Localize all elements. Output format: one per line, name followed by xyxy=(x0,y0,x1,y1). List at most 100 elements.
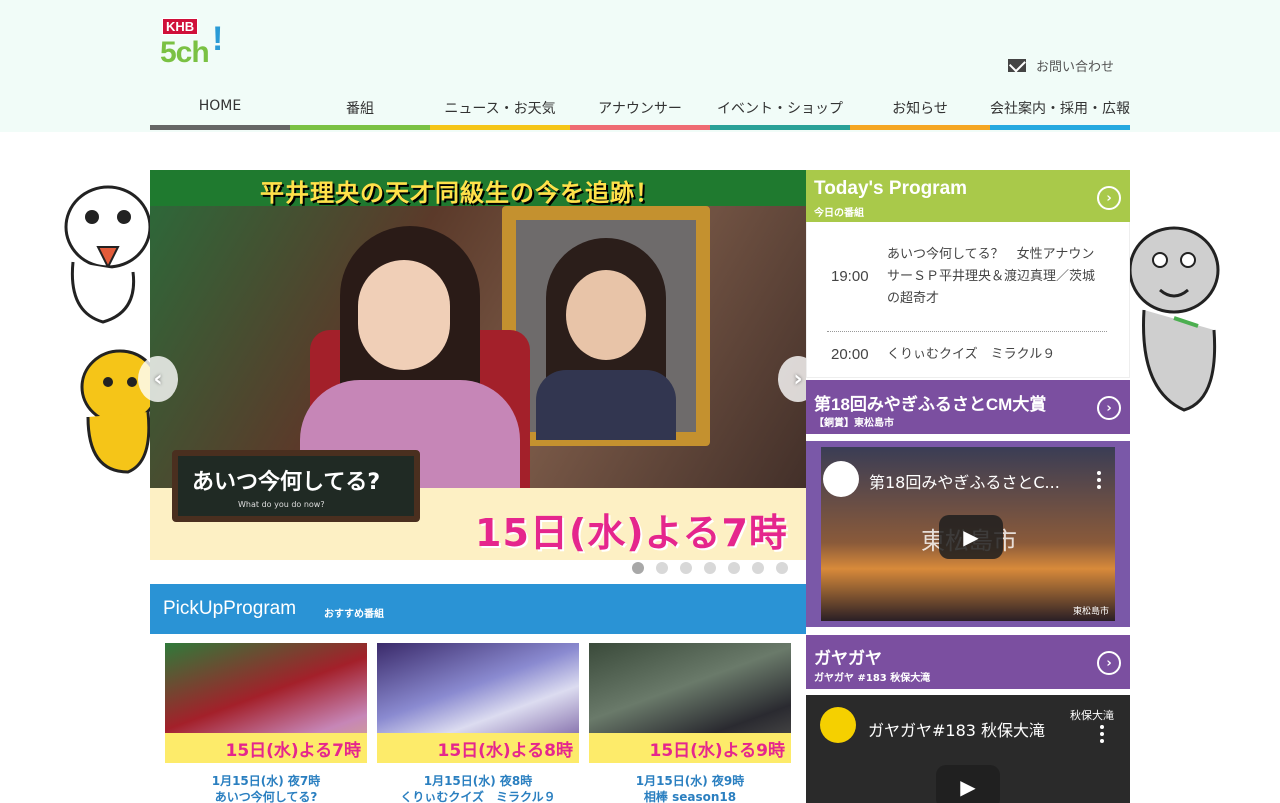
chalkboard-title: あいつ今何してる? What do you do now? xyxy=(172,450,420,522)
mascot-cat-right-illustration xyxy=(1128,226,1220,412)
arrow-circle-icon[interactable]: › xyxy=(1097,651,1121,675)
video-corner-text: 東松島市 xyxy=(1072,607,1109,617)
contact-link[interactable]: お問い合わせ xyxy=(1008,56,1114,75)
pickup-thumbnail[interactable]: 15日(水)よる9時 xyxy=(589,643,791,763)
pickup-date[interactable]: 1月15日(水) 夜9時 xyxy=(589,773,791,789)
logo-bang-text: ! xyxy=(212,20,224,58)
nav-news-weather[interactable]: ニュース・お天気 xyxy=(430,90,570,130)
program-row[interactable]: 19:00 あいつ今何してる？ 女性アナウンサーＳＰ平井理央＆渡辺真理／茨城の超… xyxy=(827,240,1107,332)
nav-label: ニュース・お天気 xyxy=(444,101,556,117)
pickup-name[interactable]: 相棒 season18 xyxy=(589,789,791,803)
chevron-left-icon: ‹ xyxy=(153,366,163,392)
mail-icon xyxy=(1008,59,1026,72)
nav-label: 会社案内・採用・広報 xyxy=(990,101,1130,117)
nav-label: アナウンサー xyxy=(598,101,682,117)
slide-banner: 平井理央の天才同級生の今を追跡！ xyxy=(150,170,806,207)
video-title[interactable]: 第18回みやぎふるさとC... xyxy=(869,469,1060,493)
slider-dot[interactable] xyxy=(752,562,764,574)
pickup-thumb-stripe: 15日(水)よる8時 xyxy=(377,733,579,763)
nav-color-bar xyxy=(710,125,850,130)
pickup-date[interactable]: 1月15日(水) 夜7時 xyxy=(165,773,367,789)
logo-khb-text: KHB xyxy=(162,18,199,35)
contact-label: お問い合わせ xyxy=(1036,60,1115,75)
portrait-frame xyxy=(502,206,710,446)
hero-slider[interactable]: 平井理央の天才同級生の今を追跡！ 15日(水)よる7時 あいつ今何してる? Wh… xyxy=(150,170,806,560)
pickup-name[interactable]: あいつ今何してる? xyxy=(165,789,367,803)
slider-dot[interactable] xyxy=(680,562,692,574)
gayagaya-header[interactable]: ガヤガヤ ガヤガヤ #183 秋保大滝 › xyxy=(806,635,1130,689)
chevron-right-icon: › xyxy=(793,366,803,392)
program-name: くりぃむクイズ ミラクル９ xyxy=(887,347,1056,362)
video-location-text: 秋保大滝 xyxy=(1070,709,1114,722)
todays-program-list: 19:00 あいつ今何してる？ 女性アナウンサーＳＰ平井理央＆渡辺真理／茨城の超… xyxy=(806,222,1130,378)
slider-dot[interactable] xyxy=(704,562,716,574)
slider-prev-button[interactable]: ‹ xyxy=(138,356,178,402)
chalkboard-subtitle-text: What do you do now? xyxy=(238,500,325,509)
nav-events-shop[interactable]: イベント・ショップ xyxy=(710,90,850,130)
video-title[interactable]: ガヤガヤ#183 秋保大滝 xyxy=(868,717,1045,741)
khb-logo[interactable]: KHB 5ch ! xyxy=(160,16,230,74)
chalkboard-title-text: あいつ今何してる? xyxy=(192,470,381,495)
pickup-card[interactable]: 15日(水)よる8時 1月15日(水) 夜8時 くりぃむクイズ ミラクル９ xyxy=(377,643,579,803)
nav-color-bar xyxy=(290,125,430,130)
program-time: 20:00 xyxy=(831,346,869,363)
portrait-face xyxy=(566,270,646,360)
cm-award-subtitle: 【銅賞】東松島市 xyxy=(814,418,894,429)
pickup-thumb-stripe-text: 15日(水)よる7時 xyxy=(225,741,361,761)
cm-award-header[interactable]: 第18回みやぎふるさとCM大賞 【銅賞】東松島市 › xyxy=(806,380,1130,434)
arrow-circle-icon[interactable]: › xyxy=(1097,186,1121,210)
logo-5ch-text: 5ch xyxy=(160,36,210,69)
mascot-cat-left-illustration xyxy=(64,185,158,474)
pickup-thumb-stripe-text: 15日(水)よる9時 xyxy=(649,741,785,761)
cm-award-title: 第18回みやぎふるさとCM大賞 xyxy=(814,395,1047,414)
slider-dots xyxy=(632,562,788,574)
nav-color-bar xyxy=(990,125,1130,130)
nav-color-bar xyxy=(430,125,570,130)
gayagaya-subtitle: ガヤガヤ #183 秋保大滝 xyxy=(814,673,931,684)
pickup-thumbnail[interactable]: 15日(水)よる7時 xyxy=(165,643,367,763)
pickup-thumbnail[interactable]: 15日(水)よる8時 xyxy=(377,643,579,763)
nav-color-bar xyxy=(150,125,290,130)
nav-home[interactable]: HOME xyxy=(150,90,290,130)
pickup-header: PickUpProgram おすすめ番組 xyxy=(150,584,806,634)
pickup-card[interactable]: 15日(水)よる9時 1月15日(水) 夜9時 相棒 season18 xyxy=(589,643,791,803)
nav-programs[interactable]: 番組 xyxy=(290,90,430,130)
portrait-uniform xyxy=(536,370,676,440)
slider-dot[interactable] xyxy=(632,562,644,574)
nav-notices[interactable]: お知らせ xyxy=(850,90,990,130)
host-face xyxy=(358,260,450,370)
nav-color-bar xyxy=(570,125,710,130)
slider-dot[interactable] xyxy=(728,562,740,574)
pickup-card[interactable]: 15日(水)よる7時 1月15日(水) 夜7時 あいつ今何してる? xyxy=(165,643,367,803)
pickup-thumb-stripe: 15日(水)よる7時 xyxy=(165,733,367,763)
nav-announcers[interactable]: アナウンサー xyxy=(570,90,710,130)
program-row[interactable]: 20:00 くりぃむクイズ ミラクル９ xyxy=(827,338,1107,378)
program-time: 19:00 xyxy=(831,268,869,285)
todays-program-subtitle: 今日の番組 xyxy=(814,208,864,219)
nav-company[interactable]: 会社案内・採用・広報 xyxy=(990,90,1130,130)
todays-program-title: Today's Program xyxy=(814,178,968,199)
cm-award-video[interactable]: 第18回みやぎふるさとC... 東松島市 ▶ 東松島市 xyxy=(806,441,1130,627)
global-nav: HOME 番組 ニュース・お天気 アナウンサー イベント・ショップ お知らせ 会… xyxy=(150,90,1130,130)
gayagaya-logo-icon xyxy=(820,707,856,743)
pickup-thumb-stripe-text: 15日(水)よる8時 xyxy=(437,741,573,761)
slider-dot[interactable] xyxy=(656,562,668,574)
play-icon[interactable]: ▶ xyxy=(936,765,1000,803)
broadcast-date-text: 15日(水)よる7時 xyxy=(475,511,788,555)
pickup-name[interactable]: くりぃむクイズ ミラクル９ xyxy=(377,789,579,803)
gayagaya-video[interactable]: ガヤガヤ#183 秋保大滝 秋保大滝 ▶ xyxy=(806,695,1130,803)
play-icon[interactable]: ▶ xyxy=(939,515,1003,559)
gayagaya-title: ガヤガヤ xyxy=(814,649,882,668)
todays-program-header[interactable]: Today's Program 今日の番組 › xyxy=(806,170,1130,222)
nav-label: お知らせ xyxy=(892,101,948,117)
arrow-circle-icon[interactable]: › xyxy=(1097,396,1121,420)
program-name: あいつ今何してる？ 女性アナウンサーＳＰ平井理央＆渡辺真理／茨城の超奇才 xyxy=(887,247,1096,306)
video-thumbnail[interactable]: 第18回みやぎふるさとC... 東松島市 ▶ 東松島市 xyxy=(821,447,1115,621)
slider-dot[interactable] xyxy=(776,562,788,574)
kebab-menu-icon[interactable] xyxy=(1100,725,1104,743)
pickup-date[interactable]: 1月15日(水) 夜8時 xyxy=(377,773,579,789)
channel-logo-icon xyxy=(823,461,859,497)
pickup-thumb-stripe: 15日(水)よる9時 xyxy=(589,733,791,763)
nav-label: イベント・ショップ xyxy=(717,101,843,117)
kebab-menu-icon[interactable] xyxy=(1097,471,1101,489)
